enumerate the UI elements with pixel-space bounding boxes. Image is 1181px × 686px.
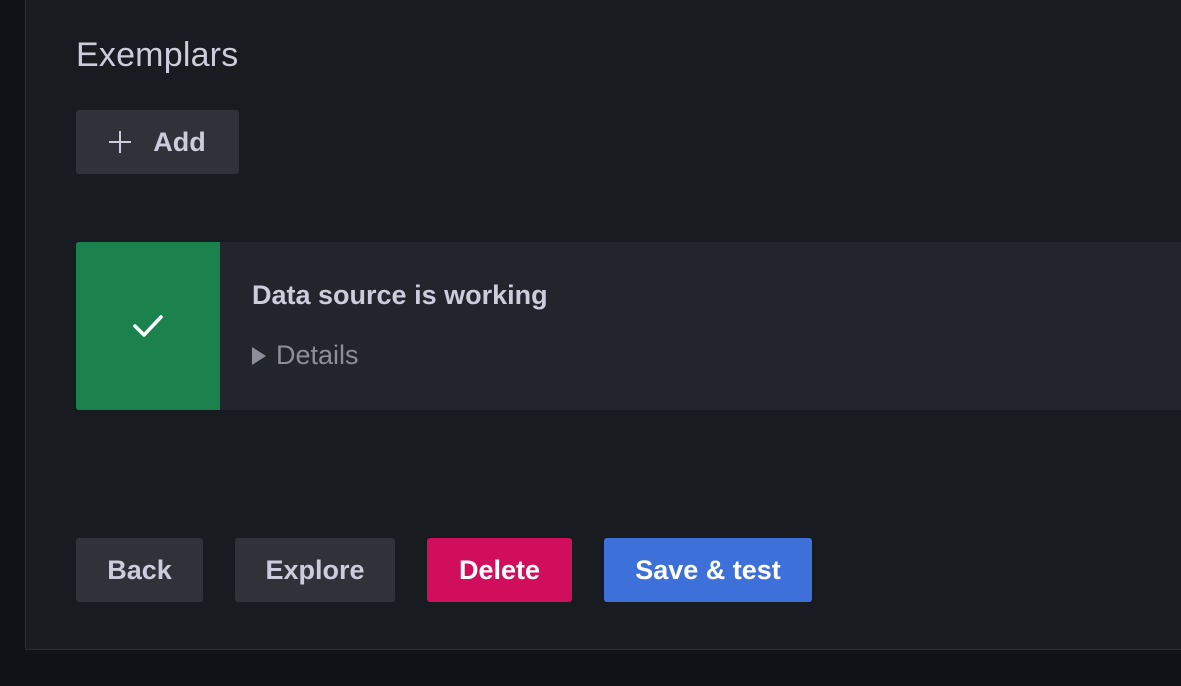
explore-button[interactable]: Explore — [235, 538, 395, 602]
add-exemplar-button[interactable]: Add — [76, 110, 239, 174]
save-and-test-button[interactable]: Save & test — [604, 538, 812, 602]
caret-right-icon — [252, 346, 266, 365]
add-button-label: Add — [153, 126, 206, 157]
check-icon — [133, 315, 163, 337]
success-icon-box — [76, 242, 220, 410]
delete-button[interactable]: Delete — [427, 538, 572, 602]
plus-icon — [109, 131, 132, 153]
details-label: Details — [276, 340, 359, 370]
exemplars-heading: Exemplars — [76, 36, 239, 74]
alert-title: Data source is working — [252, 280, 548, 310]
back-button[interactable]: Back — [76, 538, 203, 602]
details-toggle[interactable]: Details — [252, 340, 359, 371]
test-result-alert: Data source is working Details — [76, 242, 1181, 410]
datasource-settings-panel: Exemplars Add Data source is working Det… — [25, 0, 1181, 650]
